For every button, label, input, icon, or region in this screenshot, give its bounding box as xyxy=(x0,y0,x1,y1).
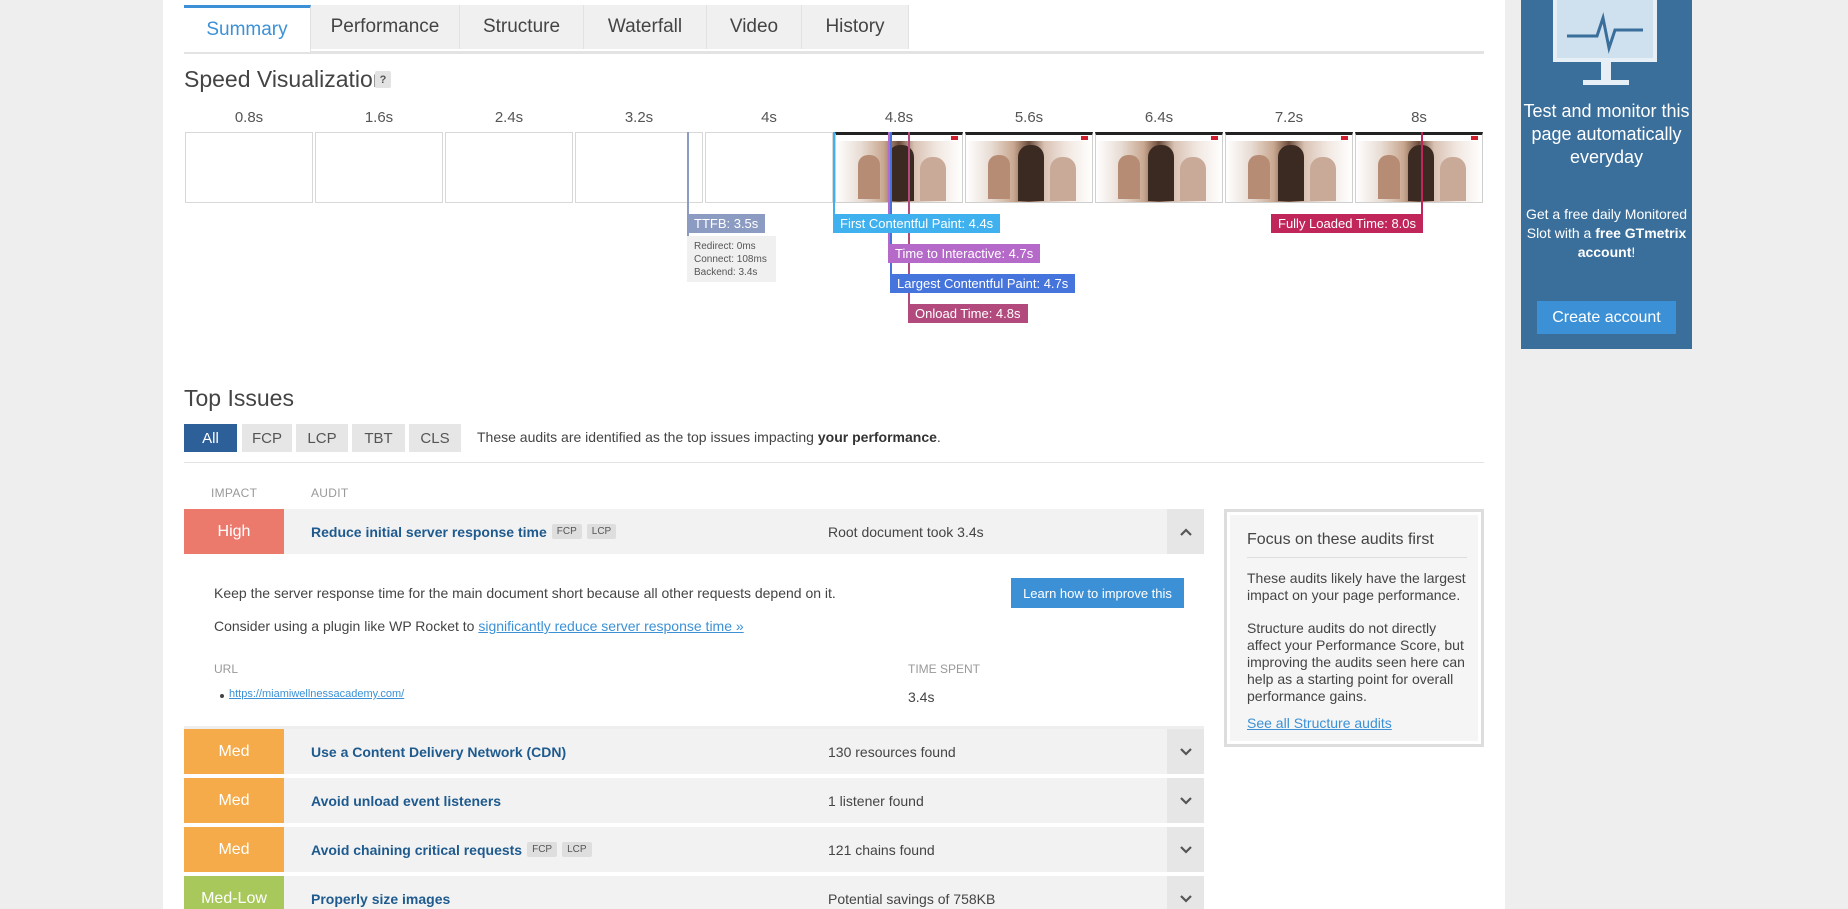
filter-tbt[interactable]: TBT xyxy=(352,424,405,452)
audit-summary: 1 listener found xyxy=(828,792,924,809)
ttfb-marker: TTFB: 3.5s xyxy=(687,214,766,233)
filmstrip-frame-screenshot[interactable] xyxy=(1225,132,1353,203)
time-spent-column-header: TIME SPENT xyxy=(908,662,981,676)
chevron-down-icon[interactable] xyxy=(1167,778,1204,823)
time-label: 7.2s xyxy=(1274,109,1304,126)
filmstrip-frame-blank[interactable] xyxy=(185,132,313,203)
audit-column-header: AUDIT xyxy=(311,486,349,500)
monitor-icon xyxy=(1553,0,1657,62)
audit-title[interactable]: Avoid chaining critical requests FCP LCP xyxy=(311,827,592,872)
promo-text: Get a free daily Monitored Slot with a f… xyxy=(1525,206,1688,260)
filmstrip-frame-screenshot[interactable] xyxy=(1095,132,1223,203)
monitor-stand xyxy=(1601,62,1611,80)
focus-text: These audits likely have the largest imp… xyxy=(1247,570,1466,603)
tab-summary[interactable]: Summary xyxy=(184,5,311,52)
audit-summary: 121 chains found xyxy=(828,841,935,858)
top-issues-title: Top Issues xyxy=(184,385,294,411)
fcp-marker: First Contentful Paint: 4.4s xyxy=(833,214,1001,233)
impact-badge: Med xyxy=(184,827,284,872)
audit-row[interactable]: Med Avoid unload event listeners 1 liste… xyxy=(184,778,1204,823)
audit-title[interactable]: Reduce initial server response time FCP LC… xyxy=(311,509,617,554)
detail-plugin-text: Consider using a plugin like WP Rocket t… xyxy=(214,618,744,634)
filmstrip-frame-blank[interactable] xyxy=(445,132,573,203)
filmstrip-frame-screenshot[interactable] xyxy=(835,132,963,203)
audit-title[interactable]: Properly size images xyxy=(311,876,450,909)
filter-all[interactable]: All xyxy=(184,424,237,452)
filmstrip-frame-blank[interactable] xyxy=(315,132,443,203)
audit-row[interactable]: Med Use a Content Delivery Network (CDN)… xyxy=(184,729,1204,774)
onload-marker: Onload Time: 4.8s xyxy=(908,304,1028,323)
impact-badge: Med xyxy=(184,778,284,823)
filmstrip-frame-screenshot[interactable] xyxy=(965,132,1093,203)
tab-video[interactable]: Video xyxy=(707,5,802,49)
help-icon[interactable]: ? xyxy=(375,71,391,88)
time-label: 0.8s xyxy=(234,109,264,126)
time-label: 8s xyxy=(1411,109,1427,126)
detail-text: Keep the server response time for the ma… xyxy=(214,585,836,601)
filmstrip-frame-screenshot[interactable] xyxy=(1355,132,1483,203)
time-label: 5.6s xyxy=(1014,109,1044,126)
time-label: 3.2s xyxy=(624,109,654,126)
chevron-up-icon[interactable] xyxy=(1167,509,1204,554)
url-column-header: URL xyxy=(214,662,239,676)
divider xyxy=(1247,557,1467,558)
filter-fcp[interactable]: FCP xyxy=(242,424,292,452)
time-label: 4.8s xyxy=(884,109,914,126)
url-item: https://miamiwellnessacademy.com/ xyxy=(229,688,404,700)
time-label: 2.4s xyxy=(494,109,524,126)
promo-headline: Test and monitor this page automatically… xyxy=(1523,101,1690,167)
promo-sidebar: Test and monitor this page automatically… xyxy=(1521,0,1692,349)
time-label: 6.4s xyxy=(1144,109,1174,126)
audit-row[interactable]: High Reduce initial server response time… xyxy=(184,509,1204,554)
ttfb-backend: Backend: 3.4s xyxy=(694,267,758,278)
tab-performance[interactable]: Performance xyxy=(311,5,460,49)
learn-how-button[interactable]: Learn how to improve this xyxy=(1011,578,1184,608)
audit-row[interactable]: Med Avoid chaining critical requests FCP L… xyxy=(184,827,1204,872)
tab-waterfall[interactable]: Waterfall xyxy=(584,5,707,49)
chevron-down-icon[interactable] xyxy=(1167,729,1204,774)
filmstrip-frame-blank[interactable] xyxy=(575,132,703,203)
tab-structure[interactable]: Structure xyxy=(460,5,584,49)
monitor-base xyxy=(1583,80,1629,85)
filter-note: These audits are identified as the top i… xyxy=(477,429,941,445)
impact-badge: Med-Low xyxy=(184,876,284,909)
tti-marker: Time to Interactive: 4.7s xyxy=(888,244,1041,263)
lcp-marker: Largest Contentful Paint: 4.7s xyxy=(890,274,1076,293)
filmstrip-frame-blank[interactable] xyxy=(705,132,833,203)
audit-summary: Potential savings of 758KB xyxy=(828,890,996,907)
focus-title: Focus on these audits first xyxy=(1247,531,1434,548)
chevron-down-icon[interactable] xyxy=(1167,827,1204,872)
filter-lcp[interactable]: LCP xyxy=(296,424,348,452)
impact-column-header: IMPACT xyxy=(211,486,258,500)
speed-visualization-title: Speed Visualization xyxy=(184,66,386,92)
tab-history[interactable]: History xyxy=(802,5,909,49)
report-tabs: Summary Performance Structure Waterfall … xyxy=(184,5,1484,54)
ttfb-connect: Connect: 108ms xyxy=(694,254,767,265)
time-label: 4s xyxy=(761,109,777,126)
see-structure-audits-link[interactable]: See all Structure audits xyxy=(1247,715,1392,731)
audit-summary: Root document took 3.4s xyxy=(828,523,984,540)
ttfb-redirect: Redirect: 0ms xyxy=(694,241,756,252)
audit-title[interactable]: Avoid unload event listeners xyxy=(311,778,501,823)
focus-audits-box: Focus on these audits first These audits… xyxy=(1224,509,1484,747)
impact-badge: Med xyxy=(184,729,284,774)
document-url-link[interactable]: https://miamiwellnessacademy.com/ xyxy=(229,688,404,700)
ttfb-breakdown: Redirect: 0ms Connect: 108ms Backend: 3.… xyxy=(687,236,776,282)
audit-row[interactable]: Med-Low Properly size images Potential s… xyxy=(184,876,1204,909)
time-spent-value: 3.4s xyxy=(908,689,935,705)
time-label: 1.6s xyxy=(364,109,394,126)
audit-title[interactable]: Use a Content Delivery Network (CDN) xyxy=(311,729,566,774)
bullet xyxy=(220,694,224,698)
focus-text: Structure audits do not directly affect … xyxy=(1247,620,1465,704)
audit-summary: 130 resources found xyxy=(828,743,956,760)
fully-loaded-marker: Fully Loaded Time: 8.0s xyxy=(1271,214,1424,233)
impact-badge: High xyxy=(184,509,284,554)
divider xyxy=(184,462,1484,463)
create-account-button[interactable]: Create account xyxy=(1537,301,1676,334)
chevron-down-icon[interactable] xyxy=(1167,876,1204,909)
filter-cls[interactable]: CLS xyxy=(409,424,461,452)
reduce-response-time-link[interactable]: significantly reduce server response tim… xyxy=(478,618,743,634)
